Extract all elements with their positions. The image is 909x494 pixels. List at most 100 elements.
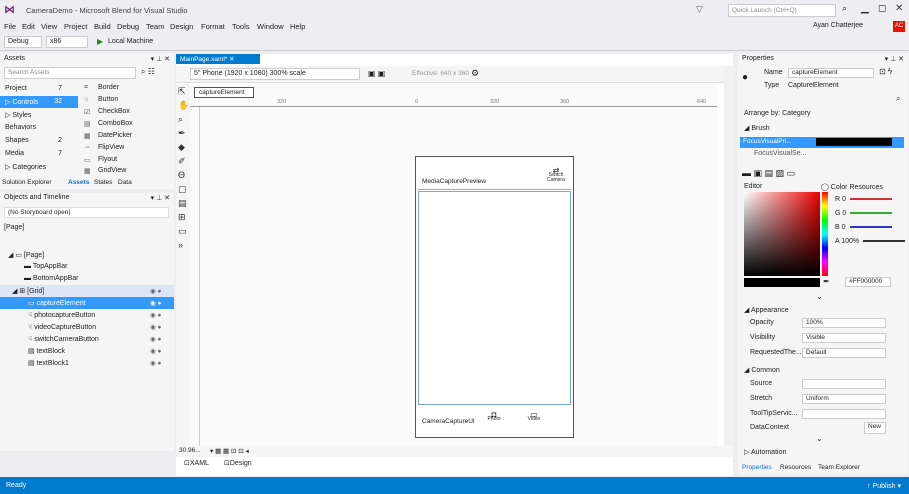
- restore-button[interactable]: ◻: [878, 3, 886, 14]
- tooltip-field[interactable]: [802, 409, 886, 419]
- arrange-by[interactable]: Arrange by: Category: [744, 110, 811, 117]
- minimize-button[interactable]: ▁: [861, 3, 869, 14]
- menu-project[interactable]: Project: [64, 22, 87, 31]
- brush-section[interactable]: ◢ Brush: [744, 124, 770, 132]
- zoom-icon[interactable]: ⌕: [178, 114, 183, 125]
- tab-design[interactable]: ⊡ Design: [224, 459, 252, 467]
- tree-item[interactable]: ☟ photocaptureButton ◉ ●: [0, 309, 174, 321]
- tree-item-selected[interactable]: ▭ captureElement ◉ ●: [0, 297, 174, 309]
- chevron-down-icon[interactable]: ⌄: [816, 292, 823, 301]
- stretch-dropdown[interactable]: Uniform: [802, 394, 886, 404]
- layout-icon[interactable]: ▤: [178, 198, 187, 209]
- asset-category[interactable]: ▷ Categories: [0, 161, 78, 173]
- menu-design[interactable]: Design: [170, 22, 193, 31]
- tree-item[interactable]: ◢ ▭ [Page]: [0, 249, 174, 261]
- tree-item[interactable]: ▬ TopAppBar: [0, 261, 174, 273]
- asset-category[interactable]: Behaviors: [0, 122, 78, 134]
- eyedropper-icon[interactable]: ✒: [823, 277, 830, 286]
- menu-window[interactable]: Window: [257, 22, 284, 31]
- properties-icon[interactable]: ⊡ ϟ: [879, 67, 892, 76]
- document-tab[interactable]: MainPage.xaml* ✕: [176, 54, 260, 64]
- orientation-icon[interactable]: ▣ ▣: [368, 69, 385, 78]
- red-channel[interactable]: R 0: [835, 196, 892, 203]
- tab-resources[interactable]: Resources: [780, 464, 811, 471]
- asset-item[interactable]: ☟ Button: [84, 96, 118, 108]
- tab-assets[interactable]: Assets: [68, 179, 89, 186]
- green-channel[interactable]: G 0: [835, 210, 893, 217]
- asset-category[interactable]: Shapes 2: [0, 135, 78, 147]
- eyedropper-icon[interactable]: ✒: [178, 128, 186, 139]
- name-field[interactable]: captureElement: [788, 68, 874, 78]
- asset-item[interactable]: ⌗ Border: [84, 84, 119, 96]
- alpha-channel[interactable]: A 100%: [835, 238, 906, 245]
- hue-slider[interactable]: [822, 192, 828, 276]
- tree-item[interactable]: ▤ textBlock1 ◉ ●: [0, 357, 174, 369]
- asset-category[interactable]: Project 7: [0, 83, 78, 95]
- requested-theme-dropdown[interactable]: Default: [802, 348, 886, 358]
- publish-button[interactable]: ↑ Publish ▾: [867, 482, 901, 490]
- color-picker[interactable]: [744, 192, 820, 276]
- media-capture-preview[interactable]: MediaCapturePreview ⇄ Switch Camera: [418, 164, 571, 190]
- rectangle-icon[interactable]: ▢: [178, 184, 187, 195]
- pointer-icon[interactable]: ⇱: [178, 86, 186, 97]
- tree-item[interactable]: ▬ BottomAppBar: [0, 273, 174, 285]
- tab-solution-explorer[interactable]: Solution Explorer: [2, 179, 52, 186]
- tree-item[interactable]: ☟ switchCameraButton ◉ ●: [0, 333, 174, 345]
- brush-row-selected[interactable]: FocusVisualPri...: [740, 137, 904, 148]
- tree-item[interactable]: ▤ textBlock ◉ ●: [0, 345, 174, 357]
- asset-category[interactable]: Media 7: [0, 148, 78, 160]
- pen-icon[interactable]: ✐: [178, 156, 186, 167]
- switch-camera-button[interactable]: ⇄ Switch Camera: [545, 167, 567, 183]
- asset-category-selected[interactable]: ▷ Controls 32: [0, 96, 78, 108]
- text-icon[interactable]: Ɵ: [178, 170, 185, 180]
- search-assets-input[interactable]: Search Assets: [4, 67, 136, 79]
- search-icon[interactable]: ⌕: [896, 94, 900, 104]
- brush-row[interactable]: FocusVisualSe...: [754, 150, 806, 157]
- source-field[interactable]: [802, 379, 886, 389]
- gear-icon[interactable]: ⚙: [471, 68, 479, 79]
- paint-bucket-icon[interactable]: ◆: [178, 142, 185, 153]
- tab-properties[interactable]: Properties: [742, 464, 772, 471]
- menu-help[interactable]: Help: [290, 22, 305, 31]
- config-dropdown[interactable]: Debug: [4, 36, 42, 48]
- asset-item[interactable]: ▦ GridView: [84, 167, 126, 179]
- close-button[interactable]: ✕: [895, 3, 903, 14]
- tab-data[interactable]: Data: [118, 179, 132, 186]
- color-resources[interactable]: ◯ Color Resources: [821, 183, 883, 191]
- photo-button[interactable]: ◘ Photo: [485, 411, 503, 422]
- menu-edit[interactable]: Edit: [22, 22, 35, 31]
- zoom-level[interactable]: 30.96...: [179, 447, 201, 454]
- video-button[interactable]: ▭ Video: [525, 411, 543, 422]
- new-button[interactable]: New: [864, 422, 886, 434]
- chevron-down-icon[interactable]: ⌄: [816, 434, 823, 443]
- common-section[interactable]: ◢ Common: [744, 366, 780, 374]
- avatar[interactable]: AC: [893, 21, 905, 32]
- asset-item[interactable]: ▦ DatePicker: [84, 132, 132, 144]
- hex-field[interactable]: #FF000000: [845, 277, 891, 287]
- grid-toggle-icon[interactable]: ▾ ▦ ▦ ⊡ ⊡ ◂: [210, 447, 249, 455]
- opacity-field[interactable]: 100%: [802, 318, 886, 328]
- tree-item[interactable]: ☟ videoCaptureButton ◉ ●: [0, 321, 174, 333]
- asset-item[interactable]: ☑ CheckBox: [84, 108, 130, 120]
- menu-view[interactable]: View: [41, 22, 57, 31]
- user-name[interactable]: Ayan Chatterjee: [813, 22, 863, 29]
- breadcrumb[interactable]: captureElement: [194, 87, 254, 98]
- run-target[interactable]: Local Machine: [108, 38, 153, 45]
- menu-build[interactable]: Build: [94, 22, 111, 31]
- brush-type-icons[interactable]: ▬ ▣ ▤ ▨ ▭: [742, 168, 795, 179]
- textbox-icon[interactable]: ▭: [178, 226, 187, 237]
- visibility-dropdown[interactable]: Visible: [802, 333, 886, 343]
- pin-icon[interactable]: ▾ ⊥ ✕: [885, 55, 904, 63]
- search-icon[interactable]: ⌕: [842, 3, 847, 14]
- tree-item[interactable]: ◢ ⊞ [Grid] ◉ ●: [0, 285, 174, 297]
- tab-team-explorer[interactable]: Team Explorer: [818, 464, 860, 471]
- appearance-section[interactable]: ◢ Appearance: [744, 306, 789, 314]
- pin-icon[interactable]: ▾ ⊥ ✕: [151, 55, 170, 63]
- quick-launch-input[interactable]: Quick Launch (Ctrl+Q): [728, 4, 836, 17]
- asset-category[interactable]: ▷ Styles: [0, 109, 78, 121]
- blue-channel[interactable]: B 0: [835, 224, 892, 231]
- asset-item[interactable]: ▤ ComboBox: [84, 120, 133, 132]
- capture-element[interactable]: [418, 191, 571, 405]
- menu-debug[interactable]: Debug: [117, 22, 139, 31]
- pin-icon[interactable]: ▾ ⊥ ✕: [151, 194, 170, 202]
